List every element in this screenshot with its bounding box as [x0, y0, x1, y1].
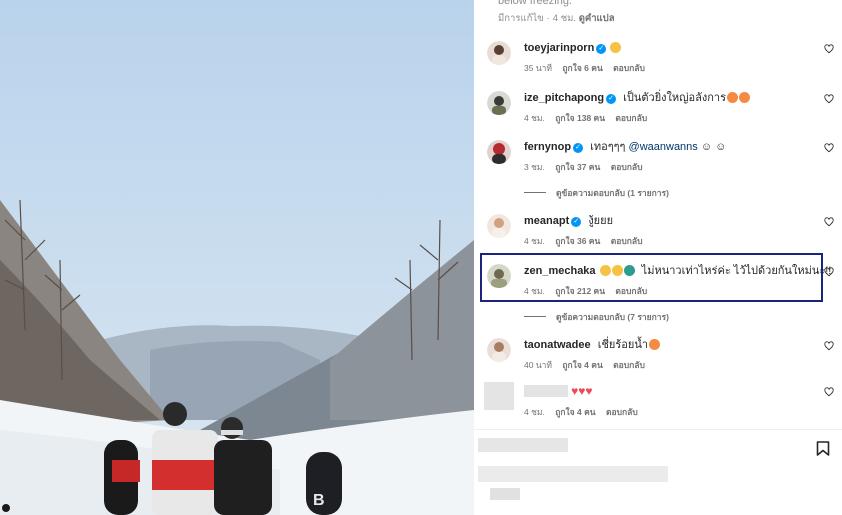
verified-badge-icon: ✓: [571, 217, 582, 227]
heart-outline-icon[interactable]: [824, 143, 834, 153]
comment-text: เป็นตัวยิ่งใหญ่อลังการ: [623, 92, 726, 104]
verified-badge-icon: ✓: [606, 94, 617, 104]
comment-text: งู้ยยย: [588, 215, 614, 227]
reply-button[interactable]: ตอบกลับ: [615, 113, 647, 123]
comment-text: เชี่ยร้อยน้ำ: [597, 339, 649, 351]
blurred-action-bar: [478, 438, 568, 452]
comment-item: fernynop ✓ เทอๆๆๆ @waanwanns ☺ ☺ 3 ชม. ถู…: [474, 140, 842, 184]
heart-outline-icon[interactable]: [824, 387, 834, 397]
caption-time: 4 ชม.: [552, 13, 577, 24]
comment-likes-link[interactable]: ถูกใจ 4 คน: [562, 360, 602, 370]
avatar[interactable]: [487, 91, 511, 115]
avatar[interactable]: [487, 214, 511, 238]
caption-area: below freezing. มีการแก้ไข · 4 ชม. ดูคำแปล: [498, 0, 615, 26]
replies-divider: [524, 192, 546, 193]
blurred-avatar[interactable]: [484, 382, 514, 410]
svg-text:B: B: [313, 492, 325, 509]
comment-item: taonatwadee เชี่ยร้อยน้ำ 40 นาที ถูกใจ 4…: [474, 338, 842, 382]
comment-item: toeyjarinporn ✓ 35 นาที ถูกใจ 6 คน ตอบกลั…: [474, 41, 842, 85]
edited-label: มีการแก้ไข: [498, 13, 544, 24]
comment-username[interactable]: toeyjarinporn: [524, 42, 594, 54]
mention-link[interactable]: @waanwanns: [629, 141, 698, 153]
comment-username[interactable]: meanapt: [524, 215, 569, 227]
heart-outline-icon[interactable]: [824, 44, 834, 54]
comment-item: ♥♥♥ 4 ชม. ถูกใจ 4 คน ตอบกลับ: [474, 382, 842, 428]
comment-text: เทอๆๆๆ: [590, 141, 626, 153]
comment-likes-link[interactable]: ถูกใจ 6 คน: [562, 63, 602, 73]
snowboard-scene-image: B: [0, 0, 474, 515]
reply-button[interactable]: ตอบกลับ: [613, 360, 645, 370]
comment-likes-link[interactable]: ถูกใจ 37 คน: [555, 162, 600, 172]
view-replies-label: ดูข้อความตอบกลับ (1 รายการ): [556, 188, 669, 198]
comment-likes-link[interactable]: ถูกใจ 138 คน: [555, 113, 605, 123]
bookmark-icon[interactable]: [816, 441, 830, 456]
avatar[interactable]: [487, 41, 511, 65]
comment-username[interactable]: taonatwadee: [524, 339, 591, 351]
blurred-username: [524, 385, 568, 397]
comment-time: 40 นาที: [524, 360, 553, 370]
comment-item: meanapt ✓ งู้ยยย 4 ชม. ถูกใจ 36 คน ตอบกลั…: [474, 214, 842, 258]
avatar[interactable]: [487, 338, 511, 362]
comment-time: 3 ชม.: [524, 162, 545, 172]
post-photo: B: [0, 0, 474, 515]
reply-button[interactable]: ตอบกลับ: [606, 407, 638, 417]
view-replies-label: ดูข้อความตอบกลับ (7 รายการ): [556, 312, 669, 322]
view-replies-button[interactable]: ดูข้อความตอบกลับ (7 รายการ): [524, 310, 669, 324]
caption-text: below freezing.: [498, 0, 572, 7]
verified-badge-icon: ✓: [596, 44, 607, 54]
heart-outline-icon[interactable]: [824, 217, 834, 227]
emoji-icon: [738, 92, 750, 103]
caption-meta: มีการแก้ไข · 4 ชม. ดูคำแปล: [498, 13, 615, 24]
comment-time: 4 ชม.: [524, 236, 545, 246]
blurred-likes-row: [478, 466, 668, 482]
verified-badge-icon: ✓: [573, 143, 584, 153]
actions-divider: [474, 429, 842, 430]
heart-emojis: ♥♥♥: [571, 384, 593, 398]
reply-button[interactable]: ตอบกลับ: [611, 236, 643, 246]
emoji-icon: [726, 92, 738, 103]
replies-divider: [524, 316, 546, 317]
comment-text-extra: ☺ ☺: [700, 141, 727, 153]
reply-button[interactable]: ตอบกลับ: [611, 162, 643, 172]
view-replies-button[interactable]: ดูข้อความตอบกลับ (1 รายการ): [524, 186, 669, 200]
comment-time: 35 นาที: [524, 63, 553, 73]
emoji-icon: [610, 42, 622, 53]
avatar[interactable]: [487, 140, 511, 164]
see-translation-link[interactable]: ดูคำแปล: [579, 13, 615, 24]
comment-username[interactable]: ize_pitchapong: [524, 92, 604, 104]
comment-likes-link[interactable]: ถูกใจ 4 คน: [555, 407, 595, 417]
emoji-icon: [649, 339, 661, 350]
blurred-avatar-row: [490, 488, 520, 500]
comment-likes-link[interactable]: ถูกใจ 36 คน: [555, 236, 600, 246]
heart-outline-icon[interactable]: [824, 267, 834, 277]
comment-time: 4 ชม.: [524, 113, 545, 123]
comment-username[interactable]: fernynop: [524, 141, 571, 153]
heart-outline-icon[interactable]: [824, 94, 834, 104]
comment-item: ize_pitchapong ✓ เป็นตัวยิ่งใหญ่อลังการ 4…: [474, 91, 842, 135]
heart-outline-icon[interactable]: [824, 341, 834, 351]
comment-time: 4 ชม.: [524, 407, 545, 417]
highlight-box: [480, 253, 823, 302]
reply-button[interactable]: ตอบกลับ: [613, 63, 645, 73]
